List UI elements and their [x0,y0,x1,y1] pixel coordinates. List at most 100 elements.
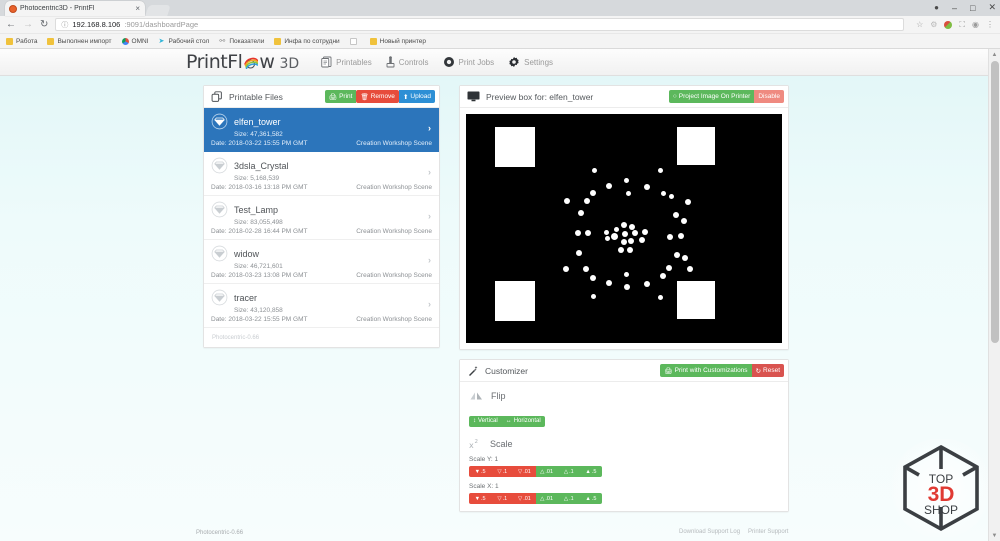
scale-x-down-001[interactable]: ▽ .01 [513,493,536,504]
printer-support-link[interactable]: Printer Support [748,529,788,535]
project-image-button[interactable]: ○ Project Image On Printer [668,90,755,103]
file-type: Creation Workshop Scene [356,184,432,191]
browser-tab[interactable]: Photocentric3D - PrintFl × [5,1,145,16]
bookmark-item[interactable]: Инфа по сотрудни [274,37,340,45]
flip-section: Flip ↕ Vertical ↔ Horizontal [460,382,788,434]
panel-title: Printable Files [229,91,283,102]
footer-version: Photocentric-0.66 [196,530,244,536]
close-icon[interactable]: × [135,4,140,13]
print-button[interactable]: 🖨 Print [324,90,357,103]
scale-y-down-05[interactable]: ▼ .5 [469,466,492,477]
flip-horizontal-button[interactable]: ↔ Horizontal [501,415,545,427]
flip-vertical-button[interactable]: ↕ Vertical [469,415,502,427]
chevron-right-icon[interactable]: › [428,123,431,133]
model-dot [624,178,629,183]
nav-item-settings[interactable]: Settings [508,56,553,68]
scale-x-down-05[interactable]: ▼ .5 [469,493,492,504]
file-list-item[interactable]: 3dsla_Crystal Size: 5,168,539 Date: 2018… [204,152,439,196]
nav-item-printables[interactable]: Printables [321,56,372,68]
file-list-item[interactable]: elfen_tower Size: 47,361,582 Date: 2018-… [204,108,439,152]
reload-icon[interactable]: ↻ [40,19,48,30]
model-dot [591,294,596,299]
file-row-bottom: Date: 2018-03-22 15:55 PM GMT Creation W… [211,316,432,323]
bookmark-item[interactable]: Новый принтер [369,37,426,45]
file-type: Creation Workshop Scene [356,316,432,323]
model-dot [590,190,596,196]
disable-button[interactable]: Disable [754,90,784,103]
chevron-right-icon[interactable]: › [428,299,431,309]
scroll-down-arrow-icon[interactable]: ▼ [989,530,1000,541]
model-dot [628,238,634,244]
download-support-log-link[interactable]: Download Support Log [679,529,740,535]
settings-gear-icon [509,57,519,67]
model-dot [685,199,691,205]
customizer-title: Customizer [485,365,528,376]
preview-canvas[interactable] [466,114,782,343]
address-bar[interactable]: ⓘ 192.168.8.106 :9091/dashboardPage [55,18,905,31]
file-list-item[interactable]: tracer Size: 43,120,858 Date: 2018-03-22… [204,284,439,328]
step-label: .01 [545,495,554,502]
scale-x-down-01[interactable]: ▽ .1 [491,493,514,504]
scale-x-up-05[interactable]: ▲ .5 [579,493,602,504]
nav-item-print-jobs[interactable]: Print Jobs [443,56,494,68]
diamond-icon [211,245,228,262]
minimize-button[interactable]: – [952,3,957,13]
new-tab-button[interactable] [145,5,171,16]
model-dot [611,233,618,240]
scale-y-up-01[interactable]: △ .1 [557,466,580,477]
maximize-button[interactable]: □ [970,3,975,13]
scale-y-down-001[interactable]: ▽ .01 [513,466,536,477]
bookmark-item[interactable] [349,37,360,45]
bookmark-item[interactable]: ⚯ Показатели [219,38,264,45]
profile-icon[interactable]: ● [934,3,939,12]
comment-icon[interactable]: ◉ [972,20,979,29]
upload-icon: ⬆ [402,93,409,101]
scale-x-up-01[interactable]: △ .1 [557,493,580,504]
chevron-right-icon[interactable]: › [428,255,431,265]
file-name: widow [234,248,260,259]
upload-button[interactable]: ⬆ Upload [398,90,435,103]
nav-item-controls[interactable]: Controls [386,56,429,68]
profile-orb-icon[interactable] [944,20,953,29]
page-scrollbar[interactable]: ▲ ▼ [988,49,1000,541]
model-dot [674,252,680,258]
magic-wand-icon [469,365,478,376]
scale-y-up-001[interactable]: △ .01 [535,466,558,477]
extension-icon[interactable]: ⚙ [930,20,937,29]
scale-y-down-01[interactable]: ▽ .1 [491,466,514,477]
bookmark-item[interactable]: Выполнен импорт [47,37,112,45]
step-label: .01 [523,468,531,475]
model-dot [563,266,569,272]
scale-x-up-001[interactable]: △ .01 [535,493,558,504]
model-dot [682,255,688,261]
file-size: Size: 83,055,498 [234,219,283,226]
print-with-customizations-button[interactable]: 🖨 Print with Customizations [660,364,752,377]
browser-toolbar: ← → ↻ ⓘ 192.168.8.106 :9091/dashboardPag… [0,16,1000,34]
chevron-right-icon[interactable]: › [428,211,431,221]
scroll-up-arrow-icon[interactable]: ▲ [989,49,1000,60]
disable-label: Disable [758,93,780,100]
bookmark-item[interactable]: ➤ Рабочий стол [159,38,210,45]
scale-y-up-05[interactable]: ▲ .5 [579,466,602,477]
back-icon[interactable]: ← [6,19,16,30]
file-name: Test_Lamp [234,204,279,215]
close-window-button[interactable]: ✕ [988,2,996,13]
bookmark-item[interactable]: Работа [6,37,37,45]
model-dot [584,198,590,204]
bookmark-item[interactable]: OMNI [121,37,149,45]
file-row-bottom: Date: 2018-03-16 13:18 PM GMT Creation W… [211,184,432,191]
bookmark-star-icon[interactable]: ☆ [916,20,923,29]
print-custom-label: Print with Customizations [674,367,748,374]
file-list-item[interactable]: widow Size: 46,721,601 Date: 2018-03-23 … [204,240,439,284]
file-type: Creation Workshop Scene [356,272,432,279]
bookmark-label: OMNI [131,37,149,45]
chrome-menu-icon[interactable]: ⋮ [986,20,994,29]
cast-icon[interactable]: ⛶ [959,20,965,30]
chrome-icon [121,37,129,45]
print-jobs-icon [443,57,454,67]
chevron-right-icon[interactable]: › [428,167,431,177]
remove-button[interactable]: 🗑 Remove [356,90,399,103]
file-list-item[interactable]: Test_Lamp Size: 83,055,498 Date: 2018-02… [204,196,439,240]
reset-button[interactable]: ↻ Reset [751,364,784,377]
scrollbar-thumb[interactable] [991,61,999,343]
